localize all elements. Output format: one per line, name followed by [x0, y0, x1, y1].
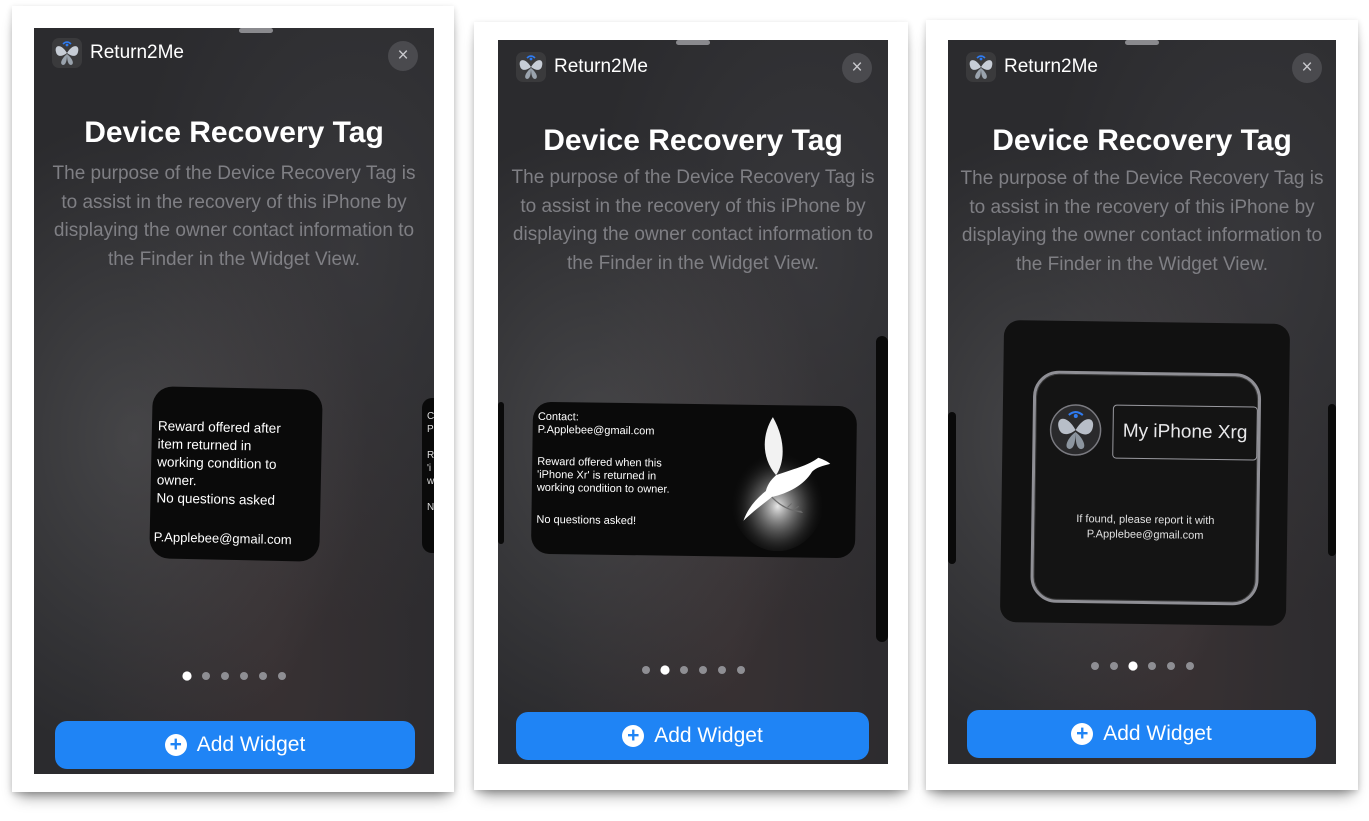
- prev-widget-peek[interactable]: [948, 412, 956, 564]
- sheet-title: Device Recovery Tag: [543, 124, 843, 157]
- peek-text: C P R 'i w N: [427, 410, 434, 514]
- peek-char: N: [427, 502, 434, 513]
- plus-circle-icon: +: [164, 734, 187, 756]
- sheet-description: The purpose of the Device Recovery Tag i…: [511, 167, 875, 274]
- sheet-description: The purpose of the Device Recovery Tag i…: [52, 163, 416, 270]
- page-dot-active[interactable]: [181, 671, 192, 681]
- recovery-widget-preview[interactable]: My iPhone Xrg If found, please report it…: [999, 320, 1291, 626]
- page-indicator[interactable]: [948, 661, 1336, 671]
- page-dot[interactable]: [1166, 662, 1175, 670]
- screenshot-card-3: Return2Me × Device Recovery Tag The purp…: [926, 20, 1358, 790]
- peek-char: R: [427, 450, 434, 461]
- widget-sheet-1: Return2Me × Device Recovery Tag The purp…: [34, 28, 434, 774]
- page-dot[interactable]: [1147, 662, 1156, 670]
- screenshot-card-2: Return2Me × Device Recovery Tag The purp…: [474, 22, 908, 790]
- butterfly-app-icon: [1049, 404, 1102, 456]
- close-button[interactable]: ×: [388, 41, 418, 71]
- close-button[interactable]: ×: [842, 53, 872, 83]
- next-widget-peek[interactable]: [876, 336, 888, 642]
- page-indicator[interactable]: [498, 665, 888, 675]
- dove-icon: [731, 417, 831, 552]
- page-dot[interactable]: [258, 672, 267, 680]
- butterfly-app-icon: [52, 38, 82, 68]
- add-widget-label: Add Widget: [1103, 722, 1212, 745]
- app-header: Return2Me: [516, 52, 648, 82]
- page-dot[interactable]: [1185, 662, 1194, 670]
- page-indicator[interactable]: [34, 671, 434, 681]
- recovery-widget-preview[interactable]: Reward offered after item returned in wo…: [149, 386, 323, 562]
- sheet-grabber[interactable]: [239, 28, 273, 33]
- page-dot-active[interactable]: [659, 665, 670, 675]
- widget-email: P.Applebee@gmail.com: [537, 423, 655, 438]
- page-dot[interactable]: [736, 666, 745, 674]
- page-dot[interactable]: [1090, 662, 1099, 670]
- widget-email: P.Applebee@gmail.com: [153, 529, 292, 548]
- app-name: Return2Me: [554, 56, 648, 77]
- page-dot[interactable]: [698, 666, 707, 674]
- widget-reward-line: working condition to owner.: [536, 481, 670, 496]
- next-widget-peek[interactable]: C P R 'i w N: [422, 398, 434, 553]
- sheet-title: Device Recovery Tag: [992, 124, 1292, 157]
- page-dot[interactable]: [679, 666, 688, 674]
- add-widget-label: Add Widget: [654, 724, 763, 747]
- peek-char: w: [427, 476, 434, 487]
- next-widget-peek[interactable]: [1328, 404, 1336, 556]
- widget-line: No questions asked: [156, 490, 276, 508]
- sheet-grabber[interactable]: [1125, 40, 1159, 45]
- widget-contact-label: Contact:: [537, 410, 579, 424]
- page-dot[interactable]: [277, 672, 286, 680]
- page-dot-active[interactable]: [1127, 661, 1138, 671]
- widget-sheet-3: Return2Me × Device Recovery Tag The purp…: [948, 40, 1336, 764]
- app-name: Return2Me: [1004, 56, 1098, 77]
- widget-sheet-2: Return2Me × Device Recovery Tag The purp…: [498, 40, 888, 764]
- peek-char: [427, 488, 434, 501]
- widget-no-questions: No questions asked!: [536, 513, 637, 528]
- close-button[interactable]: ×: [1292, 53, 1322, 83]
- widget-found-text: If found, please report it with P.Appleb…: [1034, 511, 1256, 544]
- page-dot[interactable]: [1109, 662, 1118, 670]
- device-name-field: My iPhone Xrg: [1112, 404, 1258, 461]
- peek-char: P: [427, 424, 434, 435]
- peek-char: C: [427, 411, 434, 422]
- peek-char: 'i: [427, 463, 432, 474]
- app-name: Return2Me: [90, 42, 184, 63]
- add-widget-button[interactable]: + Add Widget: [55, 721, 415, 769]
- recovery-widget-preview[interactable]: Contact: P.Applebee@gmail.com Reward off…: [530, 401, 858, 559]
- screenshot-card-1: Return2Me × Device Recovery Tag The purp…: [12, 6, 454, 792]
- plus-circle-icon: +: [622, 725, 645, 747]
- peek-char: [427, 436, 434, 449]
- add-widget-button[interactable]: + Add Widget: [516, 712, 869, 760]
- sheet-description: The purpose of the Device Recovery Tag i…: [960, 168, 1324, 275]
- found-line: P.Applebee@gmail.com: [1086, 528, 1204, 542]
- prev-widget-peek[interactable]: [498, 402, 504, 544]
- app-header: Return2Me: [966, 52, 1098, 82]
- widget-tag-card: My iPhone Xrg If found, please report it…: [1030, 370, 1262, 606]
- app-header: Return2Me: [52, 38, 184, 68]
- page-dot[interactable]: [717, 666, 726, 674]
- add-widget-label: Add Widget: [196, 733, 306, 756]
- page-dot[interactable]: [239, 672, 248, 680]
- page-dot[interactable]: [201, 672, 210, 680]
- widget-reward-text: Reward offered after item returned in wo…: [156, 417, 281, 510]
- sheet-title: Device Recovery Tag: [84, 116, 384, 149]
- sheet-grabber[interactable]: [676, 40, 710, 45]
- page-dot[interactable]: [220, 672, 229, 680]
- butterfly-app-icon: [966, 52, 996, 82]
- plus-circle-icon: +: [1071, 723, 1094, 745]
- butterfly-app-icon: [516, 52, 546, 82]
- add-widget-button[interactable]: + Add Widget: [967, 710, 1316, 758]
- page-dot[interactable]: [641, 666, 650, 674]
